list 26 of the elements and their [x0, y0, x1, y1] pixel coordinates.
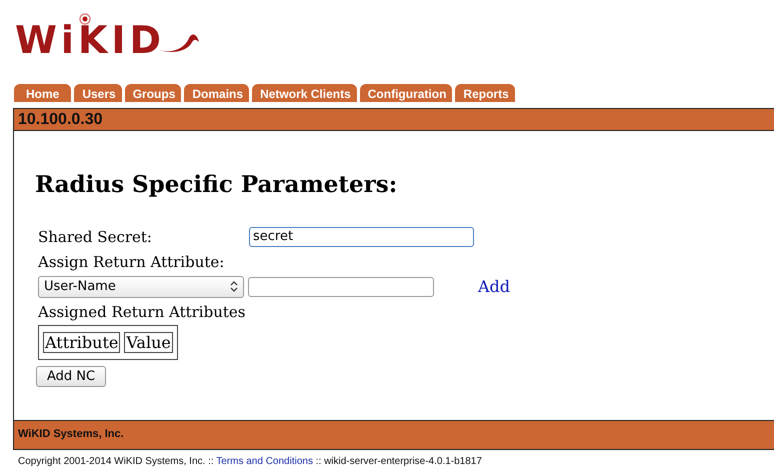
column-header: Attribute: [43, 332, 120, 353]
spinner-icon: [230, 281, 238, 292]
add-link[interactable]: Add: [478, 277, 510, 296]
footer-bar: WiKID Systems, Inc.: [14, 420, 774, 449]
section-label: Assigned Return Attributes: [36, 302, 246, 320]
field-label: Assign Return Attribute:: [36, 252, 224, 270]
nav-tab[interactable]: Home: [14, 84, 72, 102]
panel-title: 10.100.0.30: [14, 109, 774, 131]
nav-tab[interactable]: Users: [74, 84, 122, 102]
add-nc-button[interactable]: Add NC: [36, 366, 106, 387]
terms-link[interactable]: Terms and Conditions: [216, 456, 313, 467]
column-header: Value: [124, 332, 173, 353]
nav-tab[interactable]: Network Clients: [252, 84, 357, 102]
nav-tab[interactable]: Domains: [184, 84, 250, 102]
page-heading: Radius Specific Parameters:: [35, 171, 398, 198]
shared-secret-field[interactable]: secret: [249, 226, 474, 246]
field-label: Shared Secret:: [37, 228, 153, 246]
signal-icon: [78, 12, 92, 26]
attribute-dropdown[interactable]: User-Name: [38, 276, 244, 298]
nav-tab[interactable]: Groups: [124, 84, 182, 102]
copyright-text: Copyright 2001-2014 WiKID Systems, Inc. ::: [18, 456, 214, 467]
logo: WiKID: [15, 20, 166, 60]
version-text: :: wikid-server-enterprise-4.0.1-b1817: [316, 456, 482, 467]
nav-tab[interactable]: Configuration: [360, 84, 452, 102]
nav-tab[interactable]: Reports: [455, 84, 515, 102]
attribute-value-field[interactable]: [248, 276, 434, 296]
